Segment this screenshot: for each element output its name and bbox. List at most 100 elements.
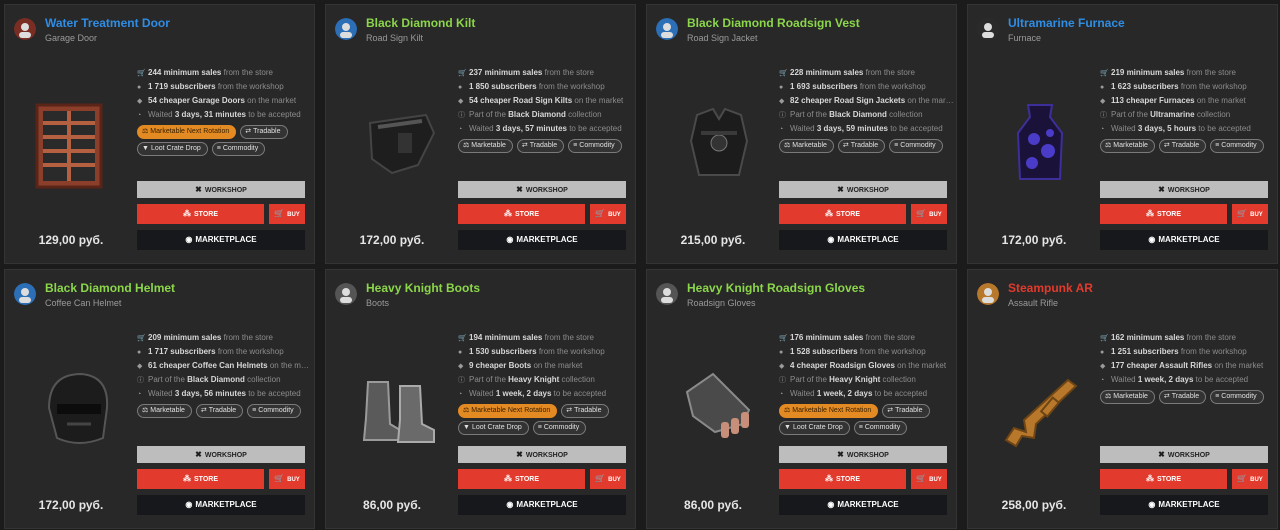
workshop-button[interactable]: ✖ WORKSHOP (779, 181, 947, 198)
buy-button[interactable]: 🛒 BUY (1232, 204, 1268, 224)
marketplace-button[interactable]: ◉ MARKETPLACE (1100, 230, 1268, 250)
author-avatar[interactable] (335, 283, 357, 305)
tag-badge[interactable]: ⚖ Marketable Next Rotation (779, 404, 879, 418)
author-avatar[interactable] (977, 283, 999, 305)
tag-badge[interactable]: ≡ Commodity (853, 421, 908, 435)
item-image[interactable] (669, 93, 769, 193)
buy-button[interactable]: 🛒 BUY (1232, 469, 1268, 489)
store-button[interactable]: ⁂ STORE (779, 469, 906, 489)
stat-value: 162 minimum sales (1111, 333, 1185, 342)
marketplace-label: MARKETPLACE (516, 235, 578, 244)
tag-badge[interactable]: ≡ Commodity (568, 139, 622, 153)
marketplace-button[interactable]: ◉ MARKETPLACE (779, 495, 947, 515)
tag-badge[interactable]: ▼ Loot Crate Drop (458, 421, 529, 435)
item-image[interactable] (990, 93, 1090, 193)
buy-button[interactable]: 🛒 BUY (269, 469, 305, 489)
workshop-button[interactable]: ✖ WORKSHOP (458, 446, 626, 463)
item-name[interactable]: Black Diamond Helmet (45, 281, 175, 295)
author-avatar[interactable] (14, 283, 36, 305)
tag-badge[interactable]: ≡ Commodity (247, 404, 301, 418)
workshop-button[interactable]: ✖ WORKSHOP (779, 446, 947, 463)
item-image[interactable] (27, 358, 127, 458)
tag-badge[interactable]: ≡ Commodity (532, 421, 587, 435)
tag-badge[interactable]: ⇄ Tradable (516, 139, 565, 153)
item-name[interactable]: Water Treatment Door (45, 16, 170, 30)
tag-badge[interactable]: ⚖ Marketable (779, 139, 834, 153)
tag-badge[interactable]: ⚖ Marketable Next Rotation (458, 404, 558, 418)
tag-badge[interactable]: ⇄ Tradable (837, 139, 886, 153)
stat-suffix: from the workshop (1178, 347, 1247, 356)
tag-badge[interactable]: ⇄ Tradable (882, 404, 930, 418)
author-avatar[interactable] (335, 18, 357, 40)
tag-badge[interactable]: ≡ Commodity (211, 142, 266, 156)
item-name[interactable]: Ultramarine Furnace (1008, 16, 1125, 30)
item-subtitle: Boots (366, 298, 390, 308)
tag-badge[interactable]: ▼ Loot Crate Drop (779, 421, 850, 435)
buy-button[interactable]: 🛒 BUY (590, 204, 626, 224)
item-subtitle: Coffee Can Helmet (45, 298, 122, 308)
marketplace-button[interactable]: ◉ MARKETPLACE (1100, 495, 1268, 515)
item-image[interactable] (27, 93, 127, 193)
tag-badge[interactable]: ⇄ Tradable (195, 404, 244, 418)
stat-value: 194 minimum sales (469, 333, 543, 342)
store-button[interactable]: ⁂ STORE (779, 204, 906, 224)
marketplace-button[interactable]: ◉ MARKETPLACE (458, 230, 626, 250)
item-name[interactable]: Black Diamond Kilt (366, 16, 475, 30)
store-button[interactable]: ⁂ STORE (1100, 469, 1227, 489)
store-button[interactable]: ⁂ STORE (1100, 204, 1227, 224)
tag-badge[interactable]: ⇄ Tradable (240, 125, 288, 139)
stat-row: ◆ 9 cheaper Boots on the market (458, 359, 635, 373)
tag-badge[interactable]: ⇄ Tradable (561, 404, 609, 418)
item-name[interactable]: Black Diamond Roadsign Vest (687, 16, 860, 30)
item-price: 172,00 руб. (359, 233, 425, 247)
item-name[interactable]: Heavy Knight Roadsign Gloves (687, 281, 865, 295)
store-button[interactable]: ⁂ STORE (137, 204, 264, 224)
buy-button[interactable]: 🛒 BUY (269, 204, 305, 224)
marketplace-button[interactable]: ◉ MARKETPLACE (137, 495, 305, 515)
stat-prefix: Waited (469, 389, 496, 398)
item-image[interactable] (669, 358, 769, 458)
item-name[interactable]: Steampunk AR (1008, 281, 1093, 295)
swap-icon: ⇄ (1163, 393, 1170, 400)
buy-button[interactable]: 🛒 BUY (590, 469, 626, 489)
item-subtitle: Road Sign Kilt (366, 33, 424, 43)
tag-badge[interactable]: ▼ Loot Crate Drop (137, 142, 208, 156)
tag-badge[interactable]: ⚖ Marketable (1100, 139, 1155, 153)
stat-value: 4 cheaper Roadsign Gloves (790, 361, 895, 370)
marketplace-button[interactable]: ◉ MARKETPLACE (458, 495, 626, 515)
tag-icon: ◆ (458, 98, 464, 105)
tag-badge[interactable]: ⚖ Marketable Next Rotation (137, 125, 237, 139)
marketplace-button[interactable]: ◉ MARKETPLACE (779, 230, 947, 250)
store-button[interactable]: ⁂ STORE (458, 204, 585, 224)
tag-badge[interactable]: ⇄ Tradable (1158, 139, 1207, 153)
tag-badge[interactable]: ≡ Commodity (1210, 139, 1264, 153)
tag-badge[interactable]: ⚖ Marketable (1100, 390, 1155, 404)
item-image[interactable] (990, 358, 1090, 458)
share-icon: ⁂ (1146, 209, 1154, 218)
store-button[interactable]: ⁂ STORE (137, 469, 264, 489)
item-image[interactable] (348, 358, 448, 458)
marketplace-label: MARKETPLACE (195, 500, 257, 509)
item-image[interactable] (348, 93, 448, 193)
workshop-button[interactable]: ✖ WORKSHOP (137, 181, 305, 198)
store-button[interactable]: ⁂ STORE (458, 469, 585, 489)
workshop-button[interactable]: ✖ WORKSHOP (1100, 446, 1268, 463)
author-avatar[interactable] (656, 18, 678, 40)
tag-badge[interactable]: ⚖ Marketable (137, 404, 192, 418)
tag-list: ⚖ Marketable ⇄ Tradable ≡ Commodity (458, 139, 634, 153)
buy-button[interactable]: 🛒 BUY (911, 469, 947, 489)
author-avatar[interactable] (14, 18, 36, 40)
tag-badge[interactable]: ≡ Commodity (1210, 390, 1264, 404)
author-avatar[interactable] (977, 18, 999, 40)
crate-icon: ▼ (784, 424, 791, 431)
workshop-button[interactable]: ✖ WORKSHOP (1100, 181, 1268, 198)
author-avatar[interactable] (656, 283, 678, 305)
workshop-button[interactable]: ✖ WORKSHOP (458, 181, 626, 198)
buy-button[interactable]: 🛒 BUY (911, 204, 947, 224)
item-name[interactable]: Heavy Knight Boots (366, 281, 480, 295)
workshop-button[interactable]: ✖ WORKSHOP (137, 446, 305, 463)
marketplace-button[interactable]: ◉ MARKETPLACE (137, 230, 305, 250)
tag-badge[interactable]: ⚖ Marketable (458, 139, 513, 153)
tag-badge[interactable]: ⇄ Tradable (1158, 390, 1207, 404)
tag-badge[interactable]: ≡ Commodity (889, 139, 943, 153)
